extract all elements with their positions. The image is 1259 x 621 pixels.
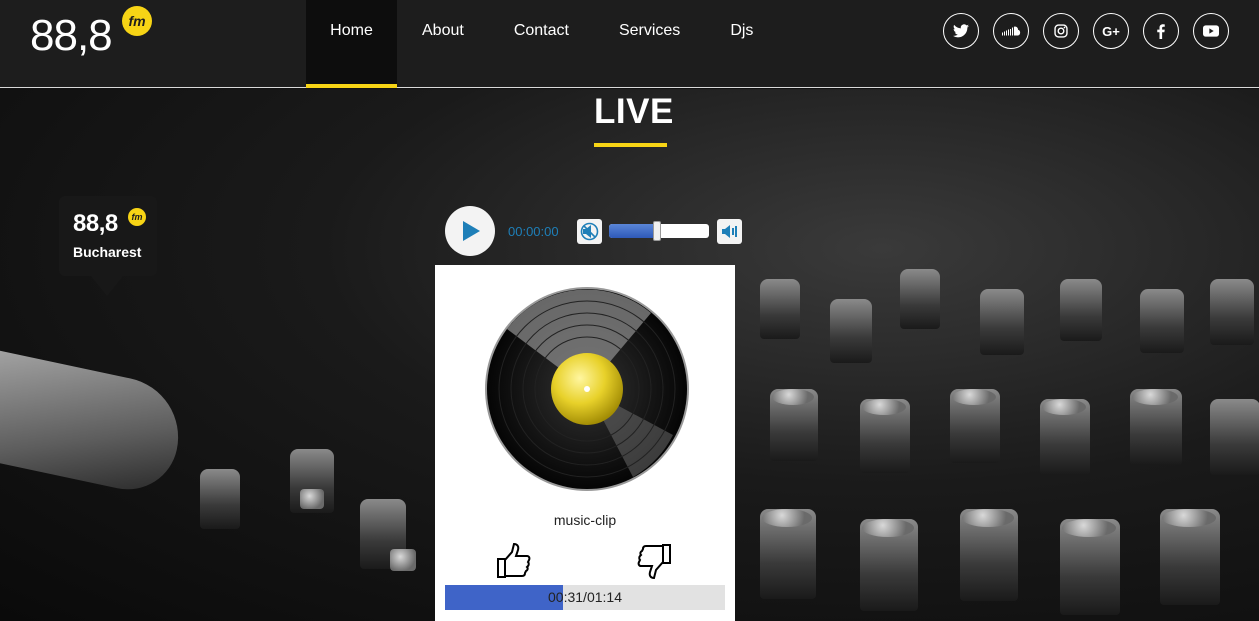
play-button[interactable] [445, 206, 495, 256]
title-underline [594, 143, 667, 147]
speaker-mute-icon [580, 222, 599, 241]
thumbs-down-icon [637, 544, 671, 580]
twitter-icon[interactable] [943, 13, 979, 49]
live-title: LIVE [594, 92, 674, 131]
instagram-icon[interactable] [1043, 13, 1079, 49]
like-button[interactable] [495, 542, 533, 585]
hero-section: LIVE 88,8 fm Bucharest 00:00:00 music-cl… [0, 89, 1259, 621]
speaker-loud-icon [722, 225, 737, 238]
youtube-icon[interactable] [1193, 13, 1229, 49]
station-badge: 88,8 fm Bucharest [59, 196, 157, 296]
track-progress-bar[interactable]: 00:31/01:14 [445, 585, 725, 610]
volume-handle[interactable] [653, 221, 661, 241]
nav-contact[interactable]: Contact [489, 0, 594, 88]
google-plus-icon[interactable]: G+ [1093, 13, 1129, 49]
social-links: G+ [943, 13, 1229, 49]
volume-slider[interactable] [609, 221, 709, 241]
live-time: 00:00:00 [508, 224, 559, 239]
play-icon [463, 221, 480, 241]
thumbs-up-icon [497, 542, 531, 578]
mute-button[interactable] [577, 219, 602, 244]
soundcloud-icon[interactable] [993, 13, 1029, 49]
facebook-icon[interactable] [1143, 13, 1179, 49]
max-volume-button[interactable] [717, 219, 742, 244]
site-logo[interactable]: 88,8 fm [30, 6, 152, 62]
station-frequency: 88,8 [73, 210, 118, 237]
nav-services[interactable]: Services [594, 0, 705, 88]
progress-time: 00:31/01:14 [548, 589, 622, 605]
logo-text: 88,8 [30, 11, 113, 60]
fm-badge: fm [122, 6, 152, 36]
dislike-button[interactable] [635, 542, 673, 585]
nav-home[interactable]: Home [306, 0, 397, 88]
volume-fill [609, 224, 657, 238]
vinyl-record-icon [485, 287, 689, 491]
main-nav: Home About Contact Services Djs [306, 0, 778, 88]
site-header: 88,8 fm Home About Contact Services Djs … [0, 0, 1259, 88]
nav-about[interactable]: About [397, 0, 489, 88]
station-city: Bucharest [73, 244, 142, 260]
player-card: music-clip 00:31/01:14 [435, 265, 735, 621]
nav-djs[interactable]: Djs [705, 0, 778, 88]
hand-image [0, 349, 190, 499]
fm-badge: fm [128, 208, 146, 226]
track-name: music-clip [553, 512, 617, 528]
